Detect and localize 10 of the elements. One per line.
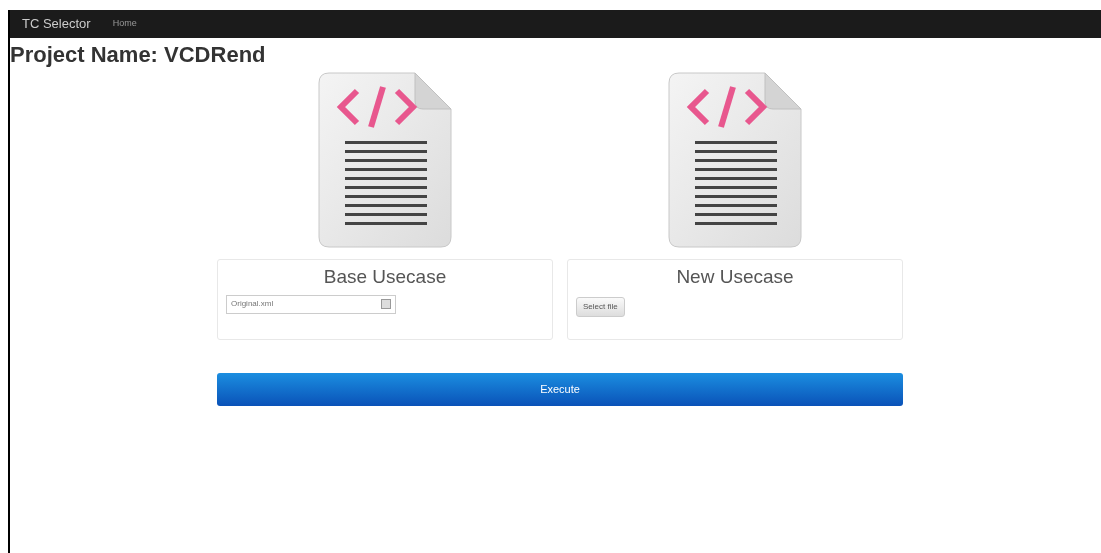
execute-button[interactable]: Execute [217, 373, 903, 406]
code-file-icon [665, 69, 805, 251]
brand-link[interactable]: TC Selector [22, 14, 91, 34]
panel-title: New Usecase [675, 266, 795, 289]
file-select[interactable]: Original.xml [226, 294, 396, 314]
select-file-button[interactable]: Select file [576, 296, 625, 317]
nav-link[interactable]: Home [112, 17, 137, 31]
page-title: Project Name: VCDRend [10, 42, 266, 69]
panel-title: Base Usecase [322, 266, 448, 289]
code-file-icon [315, 69, 455, 251]
